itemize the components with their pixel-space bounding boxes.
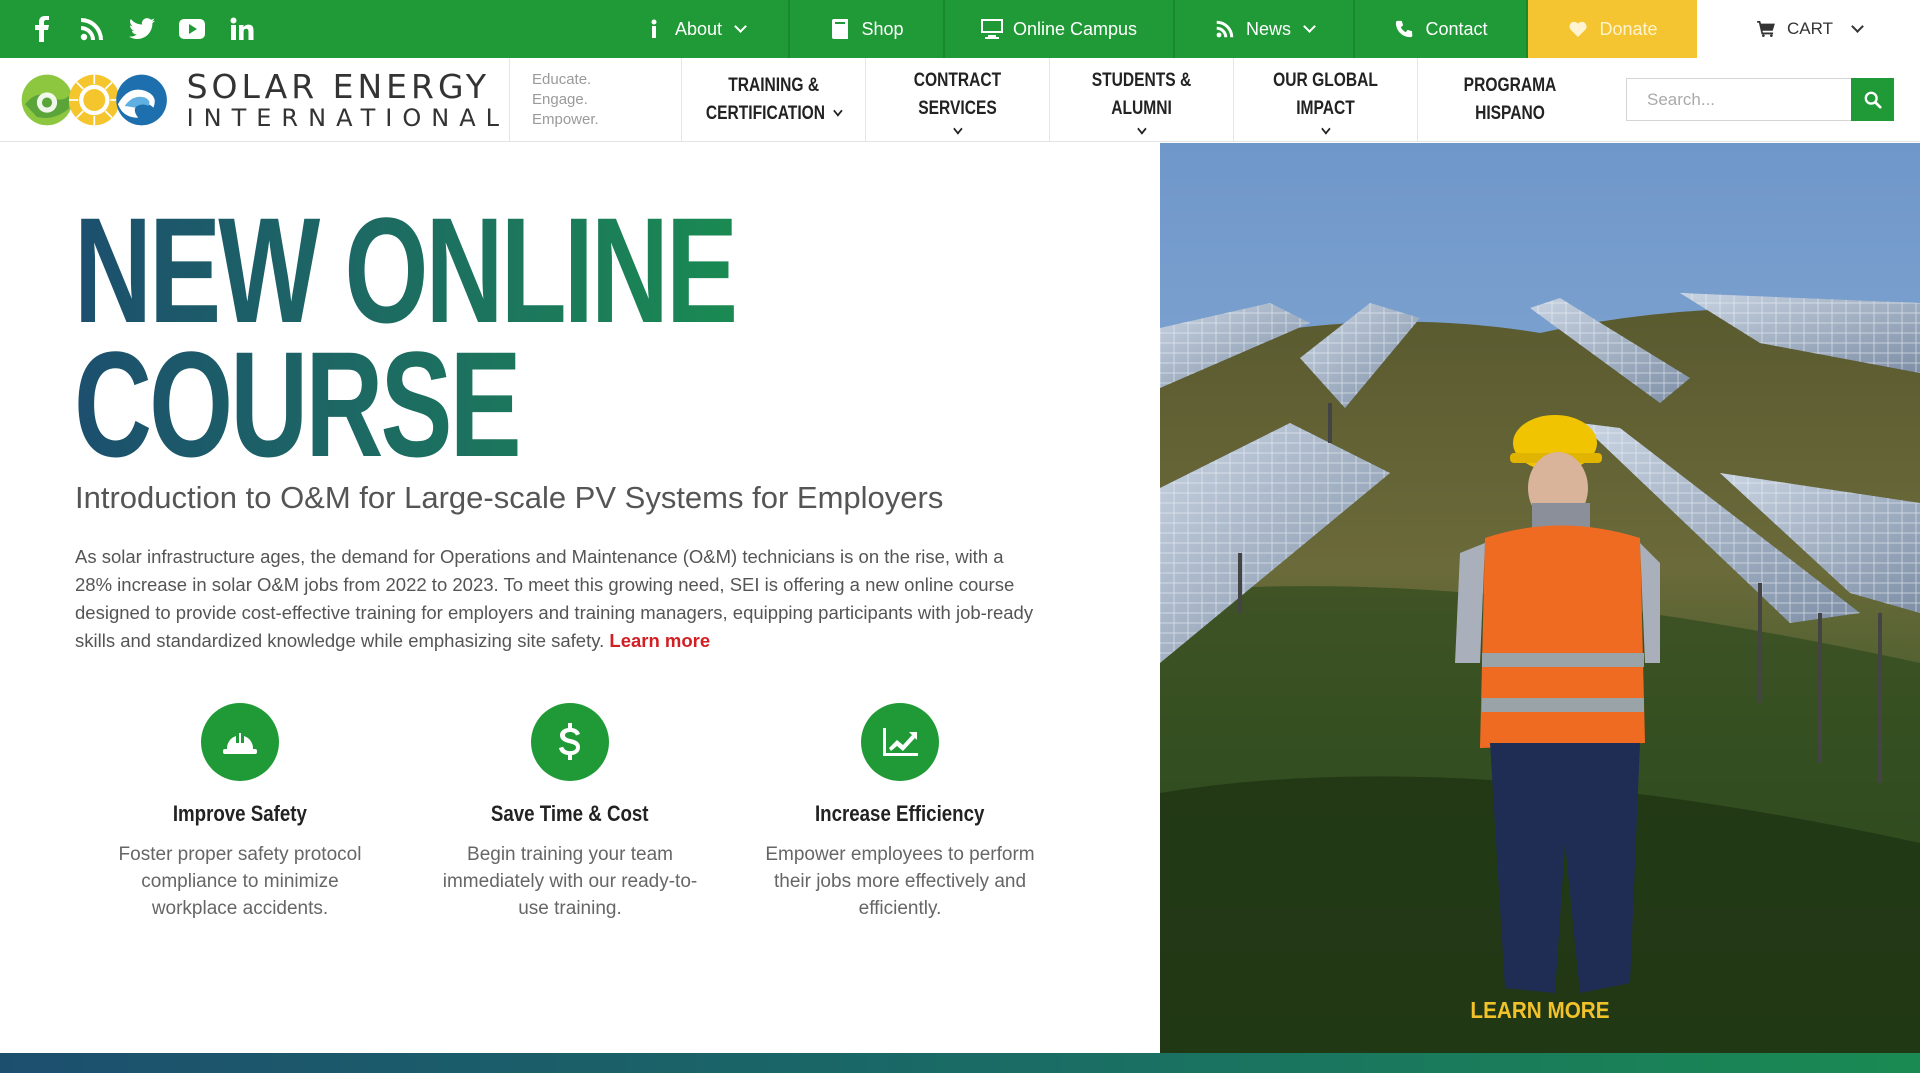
- chevron-down-icon: [1303, 20, 1316, 33]
- learn-more-link[interactable]: Learn more: [609, 630, 710, 651]
- nav-hispano-text: PROGRAMA HISPANO: [1463, 74, 1557, 124]
- chevron-down-icon: [833, 104, 843, 117]
- nav-programa-hispano[interactable]: PROGRAMA HISPANO: [1418, 58, 1602, 141]
- utility-bar: About Shop Online Campus News Contact Do…: [0, 0, 1920, 58]
- chevron-down-icon: [952, 122, 963, 135]
- hero-description: As solar infrastructure ages, the demand…: [75, 543, 1045, 655]
- logo-text: SOLAR ENERGY INTERNATIONAL: [187, 70, 509, 130]
- main-header: SOLAR ENERGY INTERNATIONAL Educate. Enga…: [0, 58, 1920, 142]
- rss-icon: [1214, 18, 1236, 40]
- nav-training-line1: TRAINING &: [728, 74, 819, 96]
- chevron-down-icon: [1320, 122, 1331, 135]
- logo-line-1: SOLAR ENERGY: [186, 66, 491, 106]
- hero-content: NEW ONLINE COURSE Introduction to O&M fo…: [0, 143, 1160, 1053]
- youtube-icon[interactable]: [178, 15, 206, 43]
- image-learn-more-cta[interactable]: LEARN MORE: [1198, 997, 1882, 1024]
- hero-headline: NEW ONLINE COURSE: [74, 203, 735, 471]
- monitor-icon: [980, 18, 1003, 40]
- about-label: About: [674, 18, 723, 39]
- hero-image[interactable]: LEARN MORE: [1160, 143, 1920, 1053]
- hero-subtitle: Introduction to O&M for Large-scale PV S…: [75, 480, 944, 515]
- tagline: Educate. Engage. Empower.: [510, 58, 682, 141]
- nav-training-label: TRAINING & CERTIFICATION: [705, 72, 843, 128]
- about-link[interactable]: About: [600, 0, 790, 58]
- search-input[interactable]: [1626, 78, 1851, 121]
- dollar-icon: [531, 703, 609, 781]
- online-campus-label: Online Campus: [1012, 18, 1138, 39]
- nav-hispano-label: PROGRAMA HISPANO: [1435, 72, 1586, 128]
- donate-label: Donate: [1599, 18, 1658, 39]
- nav-training-line2-wrap: CERTIFICATION: [705, 100, 843, 128]
- nav-students-alumni[interactable]: STUDENTS & ALUMNI: [1050, 58, 1234, 141]
- chevron-down-icon: [1136, 122, 1147, 135]
- nav-contract-services[interactable]: CONTRACT SERVICES: [866, 58, 1050, 141]
- feature-increase-efficiency: Increase Efficiency Empower employees to…: [735, 703, 1065, 922]
- social-links: [0, 0, 600, 58]
- twitter-icon[interactable]: [128, 15, 156, 43]
- top-links: About Shop Online Campus News Contact Do…: [600, 0, 1920, 58]
- cart-button[interactable]: CART: [1697, 0, 1920, 58]
- logo-line-2: INTERNATIONAL: [186, 103, 509, 132]
- nav-global-label: OUR GLOBAL IMPACT: [1250, 67, 1400, 135]
- feature-title: Increase Efficiency: [815, 801, 985, 826]
- hard-hat-icon: [201, 703, 279, 781]
- site-logo[interactable]: SOLAR ENERGY INTERNATIONAL: [0, 58, 510, 141]
- shop-label: Shop: [861, 18, 904, 39]
- online-campus-link[interactable]: Online Campus: [945, 0, 1175, 58]
- phone-icon: [1393, 18, 1415, 40]
- cart-label: CART: [1787, 19, 1833, 38]
- nav-global-impact[interactable]: OUR GLOBAL IMPACT: [1234, 58, 1418, 141]
- chart-icon: [861, 703, 939, 781]
- search-button[interactable]: [1851, 78, 1894, 121]
- cart-icon: [1755, 18, 1777, 40]
- info-icon: [643, 18, 665, 40]
- feature-improve-safety: Improve Safety Foster proper safety prot…: [75, 703, 405, 922]
- tagline-empower: Empower.: [532, 111, 599, 128]
- contact-link[interactable]: Contact: [1355, 0, 1528, 58]
- facebook-icon[interactable]: [28, 15, 56, 43]
- main-nav: TRAINING & CERTIFICATION CONTRACT SERVIC…: [682, 58, 1602, 141]
- feature-text: Foster proper safety protocol compliance…: [118, 844, 362, 919]
- feature-text: Begin training your team immediately wit…: [442, 844, 698, 919]
- description-text: As solar infrastructure ages, the demand…: [75, 546, 1034, 651]
- nav-contract-label: CONTRACT SERVICES: [882, 67, 1032, 135]
- news-label: News: [1245, 18, 1291, 39]
- search-icon: [1864, 91, 1882, 109]
- chevron-down-icon: [734, 20, 747, 33]
- nav-training-certification[interactable]: TRAINING & CERTIFICATION: [682, 58, 866, 141]
- nav-global-text: OUR GLOBAL IMPACT: [1273, 69, 1378, 119]
- feature-text: Empower employees to perform their jobs …: [765, 844, 1035, 919]
- shop-link[interactable]: Shop: [790, 0, 945, 58]
- nav-students-label: STUDENTS & ALUMNI: [1066, 67, 1216, 135]
- tagline-engage: Engage.: [532, 91, 588, 108]
- tagline-educate: Educate.: [532, 71, 592, 88]
- linkedin-icon[interactable]: [228, 15, 256, 43]
- donate-button[interactable]: Donate: [1528, 0, 1697, 58]
- contact-label: Contact: [1425, 18, 1488, 39]
- bottom-gradient-bar: [0, 1053, 1920, 1073]
- feature-title: Save Time & Cost: [491, 801, 649, 826]
- nav-contract-text: CONTRACT SERVICES: [913, 69, 1002, 119]
- headline-line2: COURSE: [74, 320, 519, 488]
- search-form: [1626, 58, 1894, 141]
- feature-list: Improve Safety Foster proper safety prot…: [75, 703, 1065, 922]
- rss-icon[interactable]: [78, 15, 106, 43]
- chevron-down-icon: [1851, 20, 1864, 33]
- nav-training-line2: CERTIFICATION: [705, 102, 825, 124]
- news-link[interactable]: News: [1175, 0, 1355, 58]
- feature-save-time-cost: Save Time & Cost Begin training your tea…: [405, 703, 735, 922]
- nav-students-text: STUDENTS & ALUMNI: [1091, 69, 1192, 119]
- logo-mark-icon: [21, 74, 167, 125]
- solar-field-photo: [1160, 143, 1920, 1053]
- feature-title: Improve Safety: [172, 801, 308, 826]
- book-icon: [829, 18, 851, 40]
- heart-icon: [1567, 18, 1589, 40]
